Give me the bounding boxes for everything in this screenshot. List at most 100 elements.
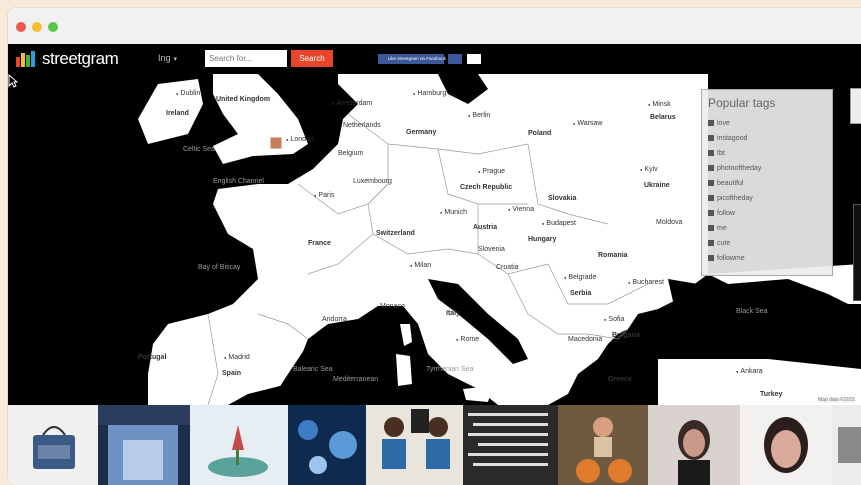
facebook-count-badge <box>448 54 462 64</box>
checkbox-icon <box>708 150 714 157</box>
map-label-spain: Spain <box>222 370 242 377</box>
map-label-belgrade: Belgrade <box>564 274 596 281</box>
checkbox-icon <box>708 225 714 232</box>
zoom-control[interactable] <box>850 88 861 124</box>
map-side-control[interactable] <box>853 204 861 301</box>
map-label-budapest: Budapest <box>542 220 576 227</box>
map-label-slovakia: Slovakia <box>548 195 577 202</box>
map-label-poland: Poland <box>528 130 552 137</box>
map-label-munich: Munich <box>440 209 467 216</box>
photo-thumbnail-gray[interactable] <box>832 405 861 485</box>
language-label: Ing <box>158 53 171 63</box>
app-header: streetgram Ing▾ Search Like streetgram o… <box>8 44 861 74</box>
photo-thumbnail-handbag[interactable] <box>8 405 98 485</box>
map-label-ireland: Ireland <box>166 110 189 117</box>
checkbox-icon <box>708 210 714 217</box>
photo-thumbnail-rose-plate[interactable] <box>190 405 288 485</box>
popular-tags-title: Popular tags <box>708 96 776 110</box>
share-icon[interactable] <box>467 54 481 64</box>
map-label-united-kingdom: United Kingdom <box>216 96 271 103</box>
map-label-berlin: Berlin <box>468 112 490 119</box>
map-label-sofia: Sofia <box>604 316 624 323</box>
tag-item[interactable]: instagood <box>708 135 747 142</box>
photo-thumbnail-ice-sculpture[interactable] <box>98 405 190 485</box>
map-label-milan: Milan <box>410 262 431 269</box>
map-label-bucharest: Bucharest <box>628 279 664 286</box>
map-label-vienna: Vienna <box>508 206 534 213</box>
map-label-minsk: Minsk <box>648 101 670 108</box>
map-label-celtic-sea: Celtic Sea <box>183 146 215 153</box>
app-name[interactable]: streetgram <box>42 49 119 69</box>
map-label-luxembourg: Luxembourg <box>353 178 392 185</box>
chevron-down-icon: ▾ <box>173 56 178 63</box>
maximize-window-button[interactable] <box>48 22 58 32</box>
map-label-romania: Romania <box>598 252 628 259</box>
map-label-bay-of-biscay: Bay of Biscay <box>198 264 241 271</box>
tag-item[interactable]: me <box>708 225 727 232</box>
map-label-warsaw: Warsaw <box>573 120 602 127</box>
tag-label: cute <box>717 240 731 247</box>
map-label-belgium: Belgium <box>338 150 364 157</box>
checkbox-icon <box>708 255 714 262</box>
checkbox-icon <box>708 195 714 202</box>
photo-thumbnail-woman-portrait[interactable] <box>648 405 740 485</box>
photo-thumbnail-blue-crystals[interactable] <box>288 405 366 485</box>
tag-item[interactable]: cute <box>708 240 730 247</box>
language-selector[interactable]: Ing ▾ <box>158 53 177 63</box>
map-label-london: London <box>286 136 313 143</box>
photo-thumbnail-arabic-text[interactable] <box>463 405 558 485</box>
map-label-paris: Paris <box>314 192 334 199</box>
streetgram-logo-icon[interactable] <box>16 51 36 67</box>
map-label-mediterranean: Mediterranean <box>333 376 379 383</box>
map-label-netherlands: Netherlands <box>343 122 381 129</box>
map-label-serbia: Serbia <box>570 290 592 297</box>
map-label-amsterdam: Amsterdam <box>332 100 372 107</box>
map-label-portugal: Portugal <box>138 354 167 361</box>
tag-item[interactable]: tbt <box>708 150 725 157</box>
tag-item[interactable]: followme <box>708 255 745 262</box>
browser-titlebar <box>8 8 861 45</box>
tag-item[interactable]: photooftheday <box>708 165 761 172</box>
facebook-like-label: Like streetgram on Facebook <box>387 56 447 62</box>
map-label-czech-republic: Czech Republic <box>460 184 513 191</box>
map-label-english-channel: English Channel <box>213 178 264 185</box>
tag-label: follow <box>717 210 735 217</box>
map-label-greece: Greece <box>608 376 632 383</box>
tag-label: tbt <box>717 150 725 157</box>
map-label-hamburg: Hamburg <box>413 90 446 97</box>
close-window-button[interactable] <box>16 22 26 32</box>
map-label-switzerland: Switzerland <box>376 230 415 237</box>
map-label-monaco: Monaco <box>380 303 405 310</box>
search-button[interactable]: Search <box>291 50 333 67</box>
facebook-like-button[interactable]: Like streetgram on Facebook <box>378 54 447 64</box>
photo-thumbnail-two-women[interactable] <box>366 405 463 485</box>
tag-item[interactable]: beautiful <box>708 180 743 187</box>
map-attribution[interactable]: Map data ©2015 <box>818 397 856 403</box>
photo-thumbnail-girl-pumpkins[interactable] <box>558 405 648 485</box>
map-label-andorra: Andorra <box>322 316 347 323</box>
europe-map[interactable]: Dublin Ireland United Kingdom Amsterdam … <box>8 74 861 405</box>
map-label-slovenia: Slovenia <box>478 246 505 253</box>
tag-item[interactable]: love <box>708 120 730 127</box>
map-label-madrid: Madrid <box>224 354 249 361</box>
map-label-germany: Germany <box>406 129 437 136</box>
search-input[interactable] <box>205 50 287 67</box>
tag-label: me <box>717 225 727 232</box>
tag-item[interactable]: follow <box>708 210 735 217</box>
popular-tags-panel: Popular tags love instagood tbt photooft… <box>701 89 833 276</box>
mouse-cursor-icon <box>8 74 18 88</box>
checkbox-icon <box>708 240 714 247</box>
map-label-austria: Austria <box>473 224 498 231</box>
tag-label: beautiful <box>717 180 744 187</box>
tag-item[interactable]: picoftheday <box>708 195 753 202</box>
map-label-kyiv: Kyiv <box>640 166 657 173</box>
map-label-prague: Prague <box>478 168 505 175</box>
browser-window: streetgram Ing▾ Search Like streetgram o… <box>8 8 861 485</box>
tag-label: picoftheday <box>717 195 753 202</box>
map-label-macedonia: Macedonia <box>568 336 603 343</box>
minimize-window-button[interactable] <box>32 22 42 32</box>
map-label-croatia: Croatia <box>496 264 519 271</box>
photo-thumbnail-woman-closeup[interactable] <box>740 405 832 485</box>
tag-label: photooftheday <box>717 165 762 172</box>
map-label-belarus: Belarus <box>650 114 676 121</box>
